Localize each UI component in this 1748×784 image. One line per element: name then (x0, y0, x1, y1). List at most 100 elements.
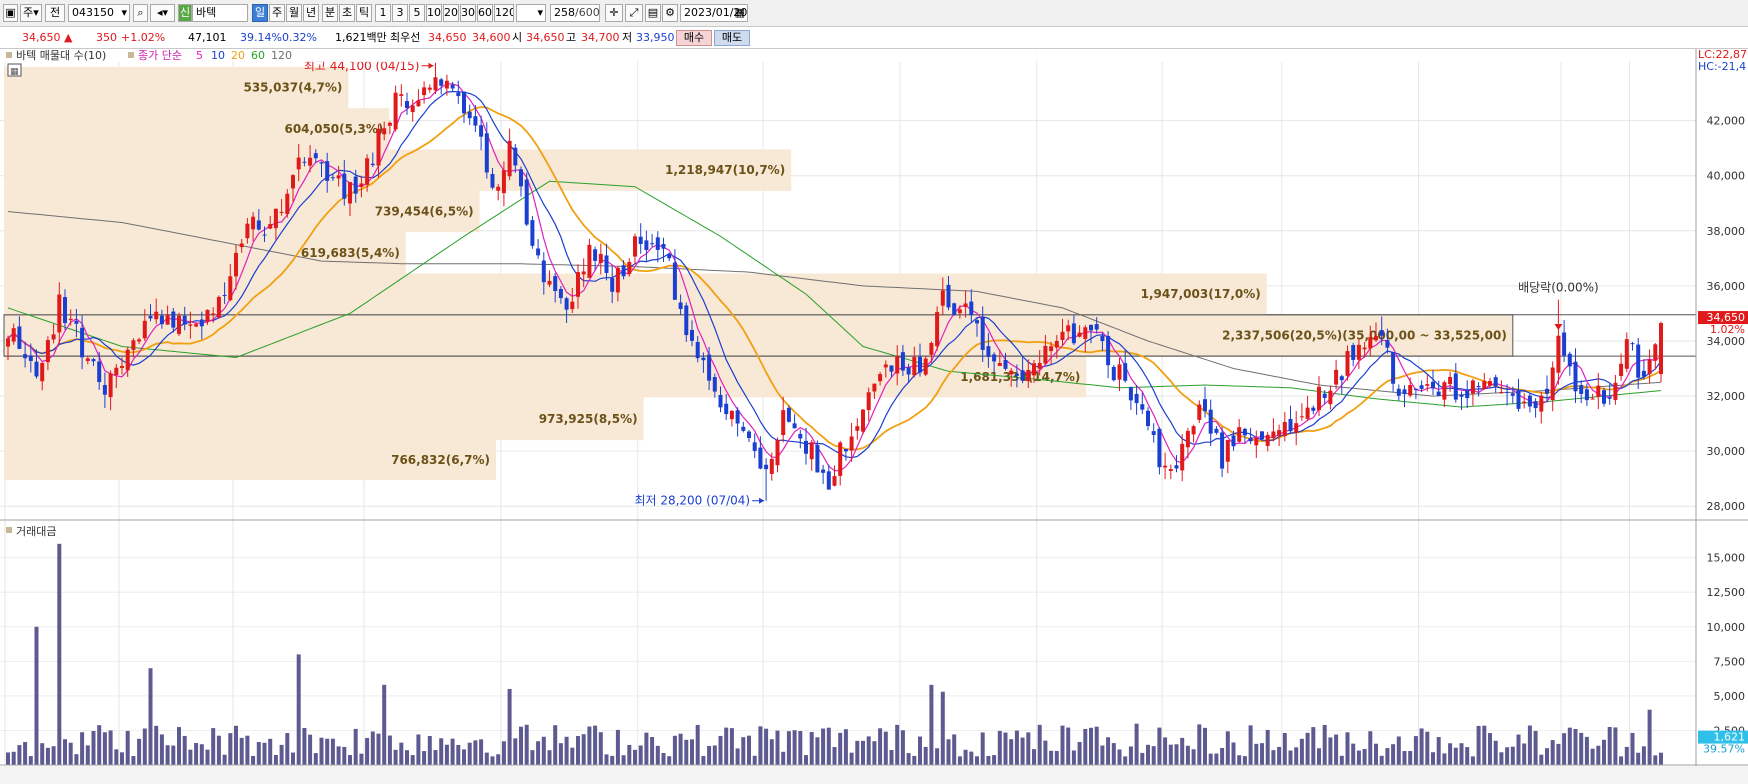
candle-body (1237, 427, 1242, 442)
candle-body (1185, 430, 1190, 448)
volume-bar (177, 727, 181, 765)
volume-bar (1260, 743, 1264, 765)
candle-body (1476, 386, 1481, 388)
volume-bar (251, 755, 256, 765)
volume-bar (661, 753, 666, 765)
speaker-icon[interactable]: ◂▾ (150, 4, 175, 22)
volume-bar (564, 736, 569, 765)
candle-body (576, 272, 580, 297)
volume-bar (102, 732, 107, 765)
volume-bar (405, 750, 409, 765)
volume-bar (1020, 737, 1025, 765)
tab-week[interactable]: 주 (269, 4, 285, 22)
candle-body (1482, 380, 1487, 390)
candle-body (1624, 339, 1629, 369)
candle-body (496, 186, 501, 191)
zoom-icon[interactable]: ⤢ (625, 4, 643, 22)
candle-body (188, 324, 193, 326)
candle-body (553, 276, 558, 291)
volume-bar (1596, 745, 1601, 765)
candle-body (792, 423, 797, 429)
tab-day[interactable]: 일 (252, 4, 268, 22)
volume-bar (883, 731, 888, 765)
volume-bar (1527, 725, 1532, 765)
interval-1[interactable]: 1 (375, 4, 391, 22)
save-icon[interactable]: ▤ (645, 4, 661, 22)
volume-bar (256, 742, 261, 765)
open-label: 시 (512, 31, 523, 44)
current-price: 34,650 ▲ (22, 31, 73, 44)
candle-body (1322, 393, 1327, 398)
volume-bar (752, 755, 757, 765)
volume-bar (1379, 755, 1384, 765)
volume-bar (473, 740, 478, 765)
candle-body (405, 101, 409, 109)
tab-second[interactable]: 초 (339, 4, 355, 22)
rate-value: 0.32% (282, 31, 317, 44)
candle-body (707, 354, 712, 381)
interval-5[interactable]: 5 (409, 4, 425, 22)
candle-body (1607, 397, 1612, 399)
bar-count-input[interactable]: 258/600 (550, 4, 600, 22)
volume-bar (786, 731, 791, 765)
stock-code-input[interactable]: 043150 ▾ (68, 4, 130, 22)
candle-body (159, 315, 164, 325)
interval-20[interactable]: 20 (443, 4, 459, 22)
tab-month[interactable]: 월 (286, 4, 302, 22)
volume-bar (724, 727, 729, 765)
volume-bar (1026, 732, 1031, 765)
volume-bar (1128, 746, 1133, 765)
interval-3[interactable]: 3 (392, 4, 408, 22)
volume-bar (906, 753, 911, 765)
candle-body (1009, 370, 1014, 375)
candle-body (764, 464, 769, 470)
volume-bar (935, 748, 940, 765)
candle-body (91, 359, 96, 362)
candle-body (427, 87, 432, 90)
interval-120[interactable]: 120 (494, 4, 514, 22)
candle-body (1248, 437, 1253, 442)
interval-10[interactable]: 10 (426, 4, 442, 22)
tab-tick[interactable]: 틱 (356, 4, 372, 22)
candle-body (1436, 391, 1441, 396)
volume-bar (108, 730, 113, 765)
interval-30[interactable]: 30 (460, 4, 476, 22)
buy-button[interactable]: 매수 (676, 30, 712, 46)
prev-button[interactable]: 전 (45, 4, 65, 22)
tab-year[interactable]: 년 (303, 4, 319, 22)
candle-body (809, 442, 814, 460)
volume-bar (1094, 726, 1099, 765)
candle-body (1128, 387, 1133, 401)
layout-icon[interactable]: ▣ (3, 4, 18, 22)
volume-bar (1641, 746, 1646, 765)
candle-body (1049, 346, 1054, 352)
stock-chart[interactable]: 28,000 30,000 32,000 34,000 36,000 38,000 40,0… (0, 49, 1748, 784)
trade-amount: 1,621백만 (335, 31, 387, 44)
search-icon[interactable]: ⌕ (133, 4, 148, 22)
stock-name-field[interactable]: 바텍 (192, 4, 248, 22)
volume-bar (199, 744, 204, 765)
crosshair-icon[interactable]: ✛ (605, 4, 623, 22)
candle-body (439, 79, 444, 86)
volume-bar (171, 745, 176, 765)
gear-icon[interactable]: ⚙ (662, 4, 678, 22)
candle-body (51, 334, 56, 340)
volume-bar (1488, 733, 1492, 765)
date-input[interactable]: 2023/01/20 ▦ (680, 4, 748, 22)
interval-custom-input[interactable]: ▾ (516, 4, 546, 22)
tab-minute[interactable]: 분 (322, 4, 338, 22)
candle-body (838, 442, 843, 476)
sell-button[interactable]: 매도 (714, 30, 750, 46)
volume-bar (1277, 746, 1282, 765)
candle-body (262, 234, 267, 236)
dividend-label: 배당락(0.00%) (1518, 280, 1599, 294)
candle-body (724, 403, 729, 415)
volume-bar (1248, 725, 1253, 765)
candle-body (1231, 435, 1236, 447)
candle-body (1083, 327, 1088, 339)
market-select[interactable]: 주▾ (20, 4, 42, 22)
volume-bar (832, 747, 837, 765)
interval-60[interactable]: 60 (477, 4, 493, 22)
candle-body (1305, 407, 1310, 419)
volume-bar (701, 755, 706, 765)
